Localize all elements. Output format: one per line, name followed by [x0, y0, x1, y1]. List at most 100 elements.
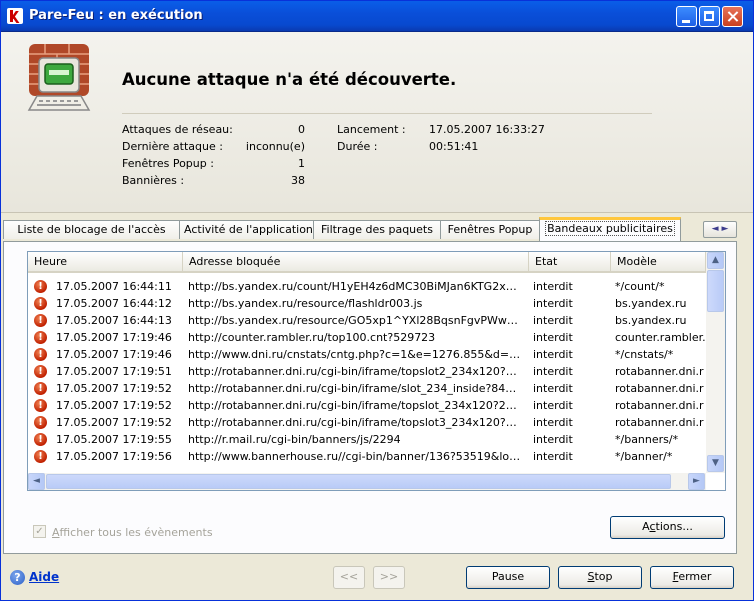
cell-time: 17.05.2007 16:44:13: [56, 314, 172, 327]
tab-scroll-right-icon[interactable]: ►: [721, 224, 728, 234]
banners-value: 38: [291, 174, 305, 187]
column-header-time[interactable]: Heure: [28, 252, 183, 271]
cell-address: http://rotabanner.dni.ru/cgi-bin/iframe/…: [188, 399, 517, 412]
cell-address: http://bs.yandex.ru/resource/flashldr003…: [188, 297, 423, 310]
pause-button[interactable]: Pause: [466, 566, 550, 589]
previous-button[interactable]: <<: [333, 566, 365, 589]
close-button[interactable]: Fermer: [650, 566, 734, 589]
scroll-right-icon[interactable]: ►: [688, 473, 705, 490]
scroll-up-icon[interactable]: ▲: [707, 252, 724, 269]
alert-icon: !: [34, 331, 47, 344]
alert-icon: !: [34, 382, 47, 395]
cell-pattern: rotabanner.dni.r: [615, 365, 704, 378]
table-row[interactable]: ! 17.05.2007 17:19:51 http://rotabanner.dn…: [28, 363, 706, 380]
cell-address: http://bs.yandex.ru/resource/GO5xp1^YXl2…: [188, 314, 518, 327]
launch-value: 17.05.2007 16:33:27: [429, 123, 545, 136]
vertical-scrollbar[interactable]: ▲ ▼: [706, 252, 725, 473]
tab-packet-filtering[interactable]: Filtrage des paquets: [313, 220, 441, 239]
firewall-window: Pare-Feu : en exécution Aucune attaque n…: [0, 0, 754, 601]
next-button[interactable]: >>: [373, 566, 405, 589]
scroll-left-icon[interactable]: ◄: [28, 473, 45, 490]
alert-icon: !: [34, 280, 47, 293]
cell-time: 17.05.2007 17:19:52: [56, 399, 172, 412]
close-label-rest: ermer: [678, 570, 712, 583]
cell-address: http://rotabanner.dni.ru/cgi-bin/iframe/…: [188, 382, 517, 395]
cell-state: interdit: [533, 365, 573, 378]
kaspersky-logo-icon: [7, 8, 23, 24]
table-row[interactable]: ! 17.05.2007 17:19:55 http://r.mail.ru/cgi…: [28, 431, 706, 448]
cell-time: 17.05.2007 16:44:12: [56, 297, 172, 310]
table-row[interactable]: ! 17.05.2007 17:19:52 http://rotabanner.dn…: [28, 380, 706, 397]
cell-state: interdit: [533, 280, 573, 293]
popup-value: 1: [298, 157, 305, 170]
tab-access-block-list[interactable]: Liste de blocage de l'accès: [3, 220, 180, 239]
cell-pattern: bs.yandex.ru: [615, 297, 687, 310]
window-title: Pare-Feu : en exécution: [29, 8, 203, 23]
tab-scroll-left-icon[interactable]: ◄: [712, 224, 719, 234]
minimize-button[interactable]: [676, 6, 697, 27]
table-row[interactable]: ! 17.05.2007 17:19:46 http://counter.rambl…: [28, 329, 706, 346]
cell-pattern: counter.rambler.: [615, 331, 705, 344]
tab-strip: Liste de blocage de l'accès Activité de …: [1, 217, 753, 241]
cell-pattern: rotabanner.dni.r: [615, 399, 704, 412]
horizontal-scroll-thumb[interactable]: [46, 474, 671, 489]
minimize-icon: [682, 20, 690, 23]
alert-icon: !: [34, 348, 47, 361]
table-row[interactable]: ! 17.05.2007 17:19:46 http://www.dni.ru/cn…: [28, 346, 706, 363]
cell-address: http://www.bannerhouse.ru//cgi-bin/banne…: [188, 450, 521, 463]
table-row[interactable]: ! 17.05.2007 17:19:56 http://www.bannerhou…: [28, 448, 706, 465]
show-all-events-label: Afficher tous les évènements: [52, 526, 213, 539]
launch-label: Lancement :: [337, 123, 406, 136]
alert-icon: !: [34, 297, 47, 310]
cell-state: interdit: [533, 399, 573, 412]
title-bar[interactable]: Pare-Feu : en exécution: [1, 1, 753, 32]
cell-time: 17.05.2007 17:19:51: [56, 365, 172, 378]
show-all-mnemonic: A: [52, 526, 60, 539]
table-row[interactable]: ! 17.05.2007 17:19:52 http://rotabanner.dn…: [28, 397, 706, 414]
tab-popup-windows[interactable]: Fenêtres Popup: [440, 220, 540, 239]
cell-address: http://rotabanner.dni.ru/cgi-bin/iframe/…: [188, 365, 517, 378]
help-icon[interactable]: ?: [10, 570, 25, 585]
cell-pattern: */cnstats/*: [615, 348, 674, 361]
cell-time: 17.05.2007 17:19:52: [56, 416, 172, 429]
popup-label: Fenêtres Popup :: [122, 157, 214, 170]
tab-application-activity[interactable]: Activité de l'application: [179, 220, 314, 239]
stop-label-rest: top: [594, 570, 613, 583]
cell-time: 17.05.2007 17:19:55: [56, 433, 172, 446]
cell-pattern: rotabanner.dni.r: [615, 382, 704, 395]
table-row[interactable]: ! 17.05.2007 16:44:11 http://bs.yandex.ru/…: [28, 278, 706, 295]
column-header-pattern[interactable]: Modèle: [611, 252, 706, 271]
cell-pattern: */count/*: [615, 280, 665, 293]
table-row[interactable]: ! 17.05.2007 16:44:12 http://bs.yandex.ru/…: [28, 295, 706, 312]
blocked-banners-list[interactable]: Heure Adresse bloquée Etat Modèle ! 17.05…: [27, 251, 726, 491]
cell-pattern: */banner/*: [615, 450, 673, 463]
actions-button[interactable]: Actions...: [610, 516, 725, 539]
status-headline: Aucune attaque n'a été découverte.: [122, 70, 457, 89]
tab-advertising-banners-label: Bandeaux publicitaires: [545, 221, 675, 236]
stop-button[interactable]: Stop: [558, 566, 642, 589]
tab-scroll-buttons[interactable]: ◄ ►: [703, 221, 737, 238]
help-link[interactable]: Aide: [29, 570, 59, 584]
cell-state: interdit: [533, 331, 573, 344]
network-attacks-value: 0: [298, 123, 305, 136]
duration-value: 00:51:41: [429, 140, 479, 153]
actions-label-rest: tions...: [655, 520, 693, 533]
scroll-down-icon[interactable]: ▼: [707, 455, 724, 472]
show-all-events-checkbox[interactable]: ✓: [33, 525, 46, 538]
alert-icon: !: [34, 416, 47, 429]
show-all-label-rest: fficher tous les évènements: [59, 526, 213, 539]
cell-address: http://www.dni.ru/cnstats/cntg.php?c=1&e…: [188, 348, 521, 361]
maximize-button[interactable]: [699, 6, 720, 27]
cell-state: interdit: [533, 450, 573, 463]
column-header-state[interactable]: Etat: [529, 252, 611, 271]
vertical-scroll-thumb[interactable]: [707, 270, 724, 312]
column-header-address[interactable]: Adresse bloquée: [183, 252, 529, 271]
maximize-icon: [704, 11, 714, 21]
close-window-button[interactable]: [722, 6, 743, 27]
alert-icon: !: [34, 399, 47, 412]
tab-advertising-banners[interactable]: Bandeaux publicitaires: [539, 217, 681, 241]
horizontal-scrollbar[interactable]: ◄ ►: [28, 473, 706, 490]
table-row[interactable]: ! 17.05.2007 17:19:52 http://rotabanner.dn…: [28, 414, 706, 431]
table-row[interactable]: ! 17.05.2007 16:44:13 http://bs.yandex.ru/…: [28, 312, 706, 329]
cell-address: http://bs.yandex.ru/count/H1yEH4z6dMC30B…: [188, 280, 517, 293]
